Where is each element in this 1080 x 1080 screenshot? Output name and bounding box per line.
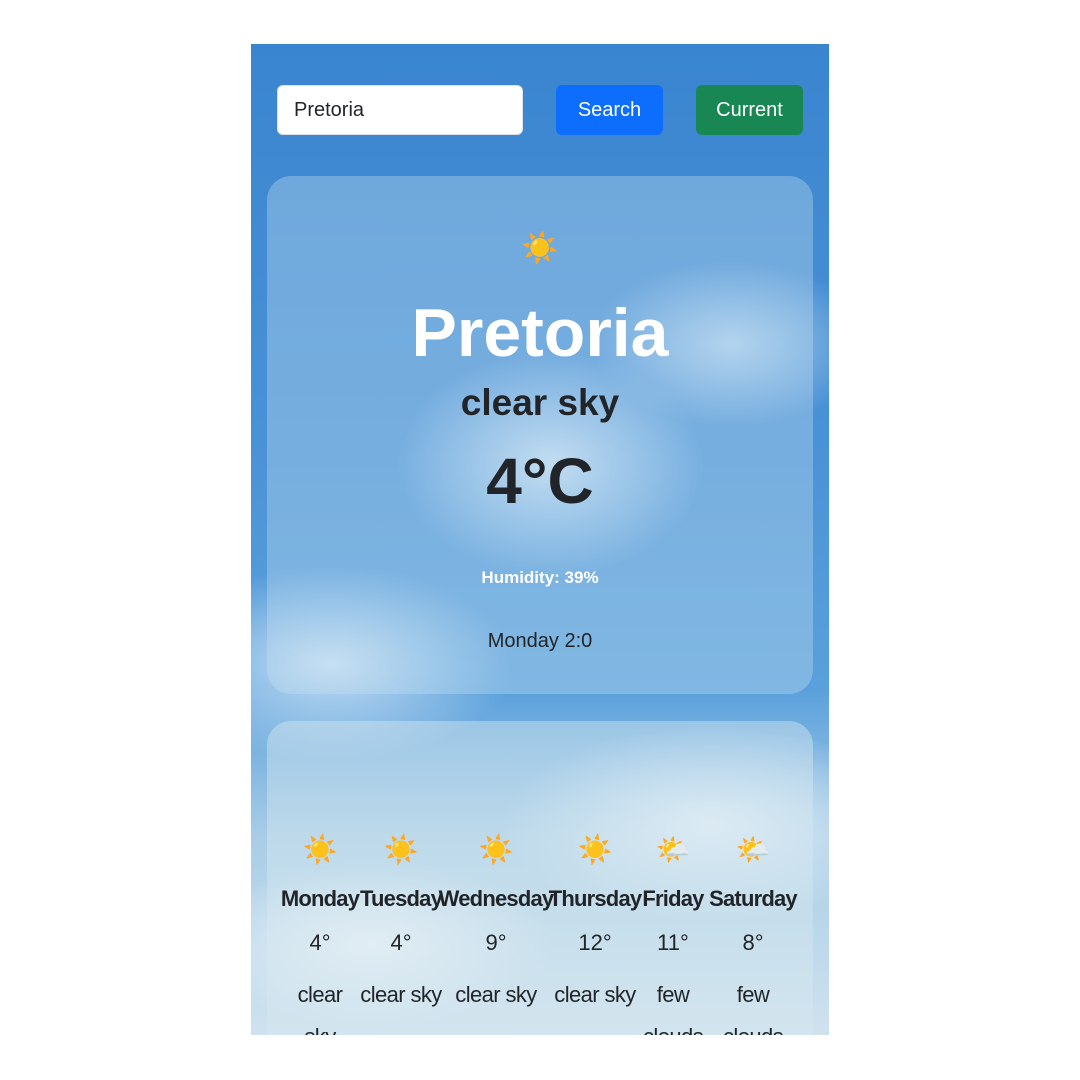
forecast-day-name: Tuesday bbox=[359, 886, 443, 911]
forecast-day-name: Friday bbox=[642, 886, 704, 911]
search-bar: Search Current bbox=[251, 44, 829, 174]
forecast-temp: 9° bbox=[485, 930, 507, 955]
forecast-day: ☀️ Monday 4° clear sky bbox=[280, 834, 360, 1036]
forecast-temp: 11° bbox=[657, 930, 689, 955]
city-name: Pretoria bbox=[411, 295, 669, 371]
forecast-day: ☀️ Tuesday 4° clear sky bbox=[359, 836, 443, 1016]
search-button[interactable]: Search bbox=[556, 85, 663, 135]
forecast-desc: clear sky bbox=[554, 982, 636, 1007]
forecast-day: ☀️ Wednesday 9° clear sky bbox=[439, 834, 554, 1016]
forecast-day: 🌤️ Friday 11° few clouds bbox=[641, 834, 705, 1036]
sun-icon: ☀️ bbox=[383, 834, 419, 865]
weather-app: Search Current ☀️ Pretoria clear sky 4°C… bbox=[251, 44, 829, 1035]
forecast-day-name: Monday bbox=[280, 886, 360, 911]
forecast-card: ☀️ Monday 4° clear sky ☀️ Tuesday 4° cle… bbox=[267, 721, 813, 1035]
forecast-list: ☀️ Monday 4° clear sky ☀️ Tuesday 4° cle… bbox=[280, 834, 801, 1036]
sun-behind-cloud-icon: 🌤️ bbox=[655, 834, 691, 865]
forecast-desc: clear sky bbox=[297, 982, 343, 1035]
sun-icon: ☀️ bbox=[302, 834, 338, 865]
sun-behind-cloud-icon: 🌤️ bbox=[735, 834, 771, 865]
forecast-temp: 12° bbox=[578, 930, 612, 955]
forecast-temp: 4° bbox=[390, 930, 412, 955]
forecast-day: 🌤️ Saturday 8° few clouds bbox=[705, 834, 801, 1036]
forecast-temp: 8° bbox=[742, 930, 764, 955]
humidity-text: Humidity: 39% bbox=[481, 568, 599, 587]
forecast-desc: clear sky bbox=[455, 982, 537, 1007]
forecast-desc: few clouds bbox=[643, 982, 704, 1035]
forecast-day-name: Wednesday bbox=[438, 886, 554, 911]
current-location-button[interactable]: Current bbox=[696, 85, 803, 135]
forecast-day-name: Saturday bbox=[709, 886, 798, 911]
weather-description: clear sky bbox=[460, 382, 620, 423]
forecast-day: ☀️ Thursday 12° clear sky bbox=[548, 834, 642, 1016]
sun-icon: ☀️ bbox=[521, 232, 559, 265]
forecast-temp: 4° bbox=[309, 930, 331, 955]
current-temperature: 4°C bbox=[486, 445, 594, 517]
city-search-input[interactable] bbox=[277, 85, 523, 135]
current-weather-card: ☀️ Pretoria clear sky 4°C Humidity: 39% … bbox=[267, 176, 813, 694]
sun-icon: ☀️ bbox=[478, 834, 514, 865]
sun-icon: ☀️ bbox=[577, 834, 613, 865]
forecast-desc: clear sky bbox=[360, 982, 442, 1007]
forecast-desc: few clouds bbox=[723, 982, 784, 1035]
date-time: Monday 2:0 bbox=[487, 630, 593, 652]
forecast-day-name: Thursday bbox=[548, 886, 642, 911]
